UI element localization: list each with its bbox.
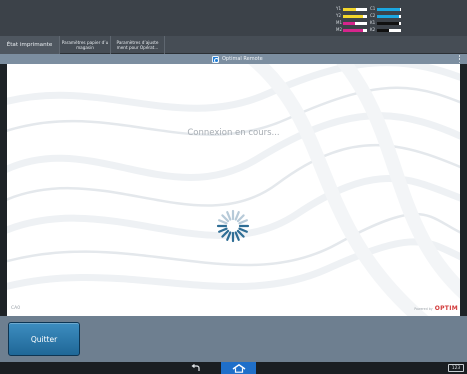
toner-label: C1 [370,6,376,11]
toner-fill [377,21,399,25]
spinner-tick [226,231,232,241]
spinner-tick [236,229,245,238]
toner-y2: Y2 [336,14,367,18]
toner-label: Y1 [336,6,341,11]
app-title: Optimal Remote [222,56,263,62]
toner-y1: Y1 [336,7,367,11]
spinner-tick [238,227,248,233]
home-button[interactable] [221,362,256,374]
bottom-action-panel: Quitter [0,316,467,362]
optim-brand-logo: OPTIM [434,305,458,312]
app-title-bar: Optimal Remote [0,54,467,64]
toner-fill [343,7,357,11]
back-arrow-icon [191,364,200,371]
spinner-tick [218,219,228,225]
toner-fill [343,28,364,32]
corner-code-label: CA0 [11,306,21,311]
spinner-tick [226,211,232,221]
spinner-tick [218,227,228,233]
tab-paper-tray-settings[interactable]: Paramètres papier d’u magasin [60,36,111,54]
optimal-remote-logo-icon [212,55,219,63]
home-icon [232,363,245,373]
spinner-tick [221,214,230,223]
toner-label: M1 [336,20,342,25]
wave-background [7,64,460,316]
connecting-status-text: Connexion en cours... [187,128,280,138]
remote-content-area: Connexion en cours... CA0 Powered by OPT… [7,64,460,316]
toner-label: K2 [370,27,376,32]
toner-m1: M1 [336,21,367,25]
toner-label: M2 [336,27,342,32]
top-status-bar: Y1 C1 Y2 C2 M1 K1 M2 K2 [0,0,467,36]
toner-fill [343,21,355,25]
spinner-tick [221,229,230,238]
toner-k1: K1 [370,21,401,25]
spinner-tick [236,214,245,223]
quit-button[interactable]: Quitter [8,322,80,356]
toner-fill [377,7,400,11]
spinner-tick [234,211,240,221]
system-nav-bar: 123 [0,362,467,374]
tab-adjustment-settings[interactable]: Paramètres d’ajuste ment pour Opérat... [111,36,165,54]
toner-c1: C1 [370,7,401,11]
toner-fill [343,14,364,18]
powered-by-badge: Powered by OPTIM [414,305,458,312]
toner-fill [377,28,389,32]
keypad-button[interactable]: 123 [448,364,464,372]
spinner-tick [234,231,240,241]
toner-label: K1 [370,20,376,25]
toner-fill [377,14,399,18]
tab-printer-status[interactable]: État imprimante [0,36,60,54]
toner-levels: Y1 C1 Y2 C2 M1 K1 M2 K2 [336,7,410,35]
toner-c2: C2 [370,14,401,18]
toner-m2: M2 [336,28,367,32]
vertical-ellipsis-icon[interactable] [458,55,461,63]
toner-label: C2 [370,13,376,18]
powered-by-label: Powered by [414,307,433,311]
printer-panel-screen: Y1 C1 Y2 C2 M1 K1 M2 K2 État imprimante … [0,0,467,374]
toner-label: Y2 [336,13,341,18]
spinner-tick [238,219,248,225]
tab-bar: État imprimante Paramètres papier d’u ma… [0,36,467,54]
back-button[interactable] [188,362,204,374]
toner-k2: K2 [370,28,401,32]
loading-spinner-icon [216,209,250,243]
